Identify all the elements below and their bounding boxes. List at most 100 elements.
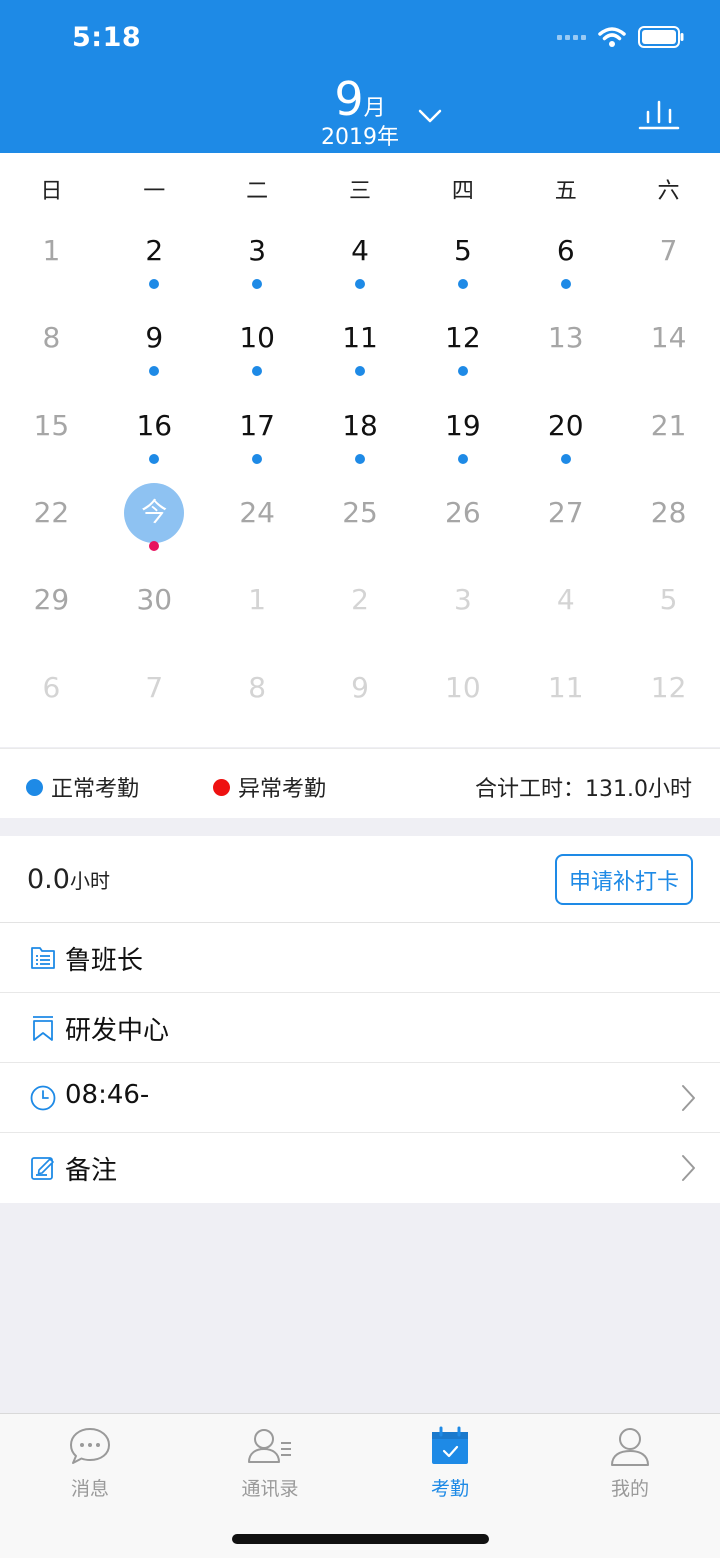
calendar-day[interactable]: 11 — [309, 310, 412, 397]
legend-normal-label: 正常考勤 — [51, 777, 140, 802]
calendar-day[interactable]: 7 — [617, 223, 720, 310]
normal-attendance-dot — [354, 453, 365, 464]
day-number: 27 — [547, 495, 584, 529]
calendar-day[interactable]: 22 — [0, 485, 103, 572]
calendar-day[interactable]: 5 — [411, 223, 514, 310]
tab-label: 考勤 — [430, 1478, 469, 1500]
calendar-day[interactable]: 12 — [617, 660, 720, 747]
day-number: 15 — [33, 408, 70, 442]
tab-contacts[interactable]: 通讯录 — [180, 1426, 360, 1501]
department-name: 研发中心 — [65, 1016, 170, 1046]
calendar-day[interactable]: 17 — [206, 398, 309, 485]
day-number: 3 — [248, 234, 267, 267]
calendar-day[interactable]: 3 — [411, 572, 514, 659]
calendar-day[interactable]: 9 — [103, 310, 206, 397]
calendar-day[interactable]: 6 — [0, 660, 103, 747]
list-folder-icon — [31, 947, 55, 969]
calendar-day[interactable]: 7 — [103, 660, 206, 747]
row-punch-time[interactable]: 08:46- — [0, 1063, 720, 1133]
calendar-day[interactable]: 2 — [103, 223, 206, 310]
calendar-day[interactable]: 28 — [617, 485, 720, 572]
day-number: 7 — [659, 234, 678, 267]
calendar-day[interactable]: 16 — [103, 398, 206, 485]
calendar-day[interactable]: 10 — [206, 310, 309, 397]
tab-attendance[interactable]: 考勤 — [360, 1426, 540, 1501]
calendar-day[interactable]: 30 — [103, 572, 206, 659]
calendar-day[interactable]: 18 — [309, 398, 412, 485]
day-number: 14 — [650, 321, 687, 355]
day-number: 30 — [136, 583, 173, 617]
calendar-day[interactable]: 3 — [206, 223, 309, 310]
calendar-day[interactable]: 13 — [514, 310, 617, 397]
day-number: 4 — [556, 583, 575, 617]
row-remark[interactable]: 备注 — [0, 1133, 720, 1203]
day-number: 11 — [342, 321, 378, 355]
calendar-day[interactable]: 19 — [411, 398, 514, 485]
day-number: 9 — [351, 670, 369, 704]
day-number: 7 — [145, 670, 164, 704]
calendar-day[interactable]: 10 — [411, 660, 514, 747]
calendar-day[interactable]: 1 — [0, 223, 103, 310]
calendar-day[interactable]: 24 — [206, 485, 309, 572]
weekday-label: 三 — [348, 179, 371, 204]
calendar-day[interactable]: 12 — [411, 310, 514, 397]
weekday-label: 四 — [451, 179, 474, 204]
status-icons — [557, 26, 684, 48]
calendar-day[interactable]: 20 — [514, 398, 617, 485]
clock-icon — [30, 1085, 56, 1111]
calendar-day[interactable]: 4 — [514, 572, 617, 659]
legend-abnormal-label: 异常考勤 — [238, 777, 327, 802]
weekday-label: 五 — [554, 179, 577, 204]
normal-attendance-dot — [354, 279, 365, 289]
abnormal-attendance-dot — [149, 540, 160, 551]
hours-row: 0.0小时 申请补打卡 — [0, 836, 720, 923]
calendar-day[interactable]: 29 — [0, 572, 103, 659]
chat-bubble-icon — [70, 1428, 110, 1464]
calendar-day[interactable]: 2 — [309, 572, 412, 659]
remark-label: 备注 — [65, 1156, 118, 1186]
normal-attendance-dot — [252, 453, 263, 464]
calendar-day[interactable]: 25 — [309, 485, 412, 572]
calendar-day[interactable]: 14 — [617, 310, 720, 397]
tab-messages[interactable]: 消息 — [0, 1426, 180, 1501]
apply-makeup-punch-button[interactable]: 申请补打卡 — [555, 854, 693, 905]
battery-icon — [638, 26, 684, 48]
calendar-day[interactable]: 5 — [617, 572, 720, 659]
calendar-day[interactable]: 6 — [514, 223, 617, 310]
legend-normal-dot — [26, 778, 43, 796]
day-number: 9 — [145, 321, 164, 355]
month-selector[interactable]: 9月 — [0, 74, 720, 124]
normal-attendance-dot — [149, 366, 160, 377]
day-number: 5 — [659, 583, 678, 617]
tab-label: 消息 — [70, 1478, 109, 1500]
day-number: 16 — [136, 408, 173, 442]
day-number: 8 — [248, 670, 267, 704]
day-number: 18 — [342, 408, 378, 442]
legend-abnormal: 异常考勤 — [213, 771, 326, 803]
weekday-label: 六 — [657, 179, 680, 204]
calendar-day[interactable]: 11 — [514, 660, 617, 747]
day-number: 10 — [239, 321, 275, 355]
calendar-day[interactable]: 27 — [514, 485, 617, 572]
calendar-day-today[interactable]: 今 — [103, 482, 206, 572]
day-number: 26 — [445, 495, 481, 529]
calendar-day[interactable]: 8 — [206, 660, 309, 747]
calendar-day[interactable]: 26 — [411, 485, 514, 572]
legend-abnormal-dot — [213, 778, 230, 796]
day-number: 3 — [453, 583, 472, 617]
year-label: 2019年 — [321, 125, 399, 150]
bar-chart-icon[interactable] — [638, 96, 680, 130]
calendar-day[interactable]: 15 — [0, 398, 103, 485]
tab-mine[interactable]: 我的 — [540, 1426, 720, 1501]
weekday-header: 日 一 二 三 四 五 六 — [0, 153, 720, 223]
calendar-day[interactable]: 1 — [206, 572, 309, 659]
calendar-day[interactable]: 8 — [0, 310, 103, 397]
chevron-down-icon[interactable] — [418, 108, 442, 124]
home-indicator — [232, 1534, 489, 1544]
calendar-day[interactable]: 9 — [309, 660, 412, 747]
calendar-day[interactable]: 21 — [617, 398, 720, 485]
day-number: 2 — [145, 234, 164, 267]
calendar-day[interactable]: 4 — [309, 223, 412, 310]
day-number: 24 — [239, 495, 275, 529]
day-number: 12 — [445, 321, 481, 355]
